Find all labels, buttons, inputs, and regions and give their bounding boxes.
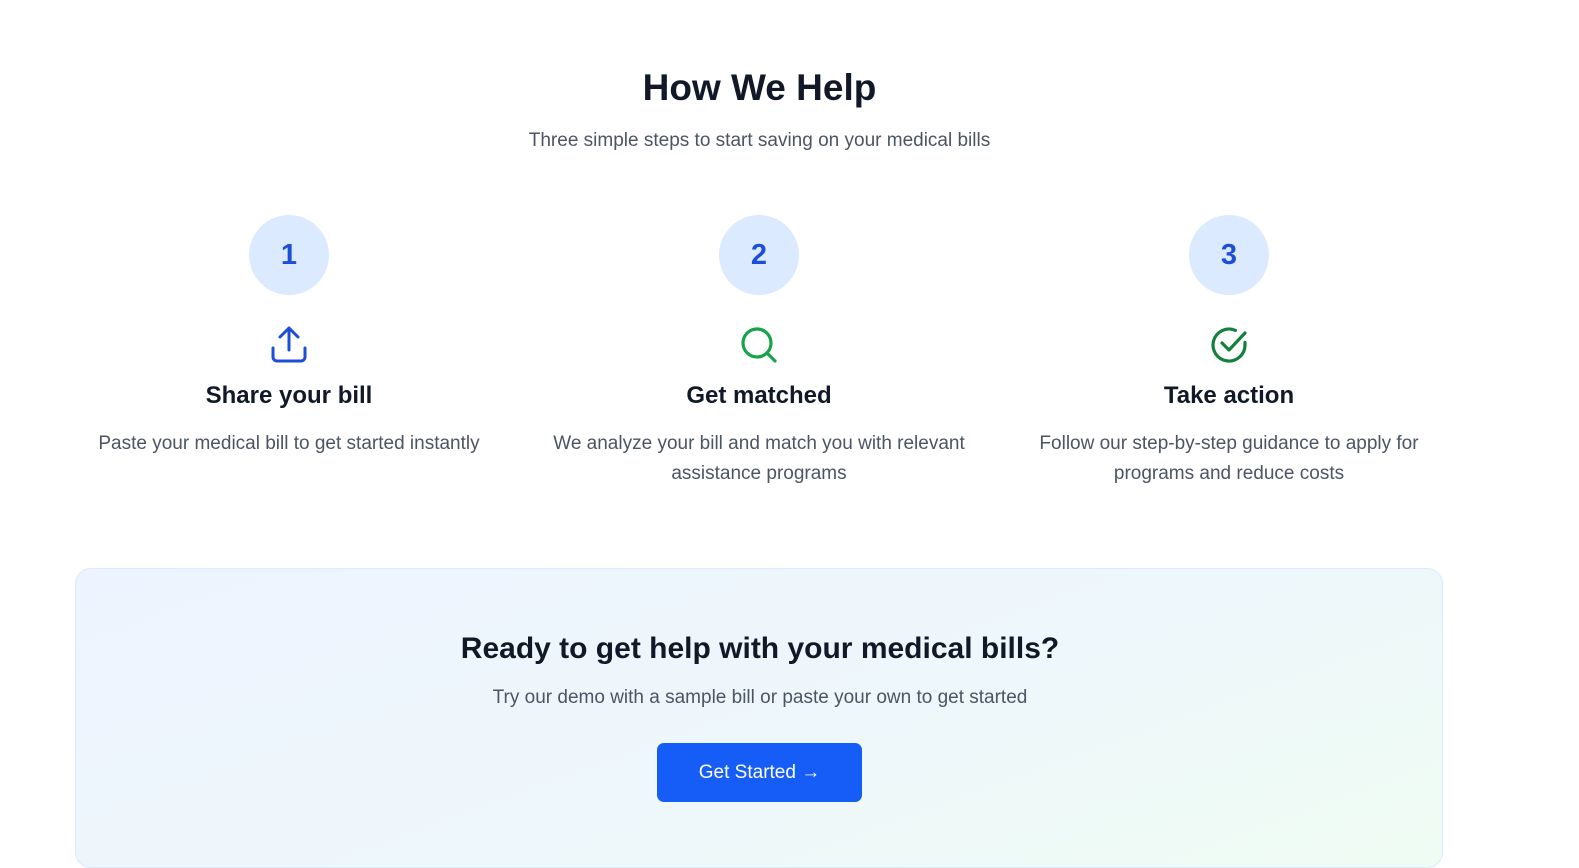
step-heading: Take action: [1163, 382, 1295, 409]
cta-banner: Ready to get help with your medical bill…: [75, 568, 1443, 868]
check-circle-icon: [1209, 325, 1249, 365]
cta-title: Ready to get help with your medical bill…: [460, 632, 1060, 665]
step-description: We analyze your bill and match you with …: [553, 433, 965, 484]
step-number: 3: [1189, 215, 1269, 295]
step-card-take-action: 3 Take action Follow our step-by-step gu…: [999, 215, 1459, 484]
section-title: How We Help: [642, 67, 877, 108]
step-card-share-bill: 1 Share your bill Paste your medical bil…: [59, 215, 519, 454]
how-we-help-section: How We Help Three simple steps to start …: [0, 0, 1519, 868]
step-heading: Get matched: [686, 382, 832, 409]
cta-description: Try our demo with a sample bill or paste…: [492, 687, 1028, 708]
search-icon: [739, 325, 779, 365]
step-number: 1: [249, 215, 329, 295]
step-card-get-matched: 2 Get matched We analyze your bill and m…: [529, 215, 989, 484]
step-heading: Share your bill: [205, 382, 373, 409]
step-description: Follow our step-by-step guidance to appl…: [1039, 433, 1419, 484]
step-number: 2: [719, 215, 799, 295]
upload-icon: [269, 325, 309, 365]
get-started-button[interactable]: Get Started →: [657, 743, 862, 802]
step-description: Paste your medical bill to get started i…: [98, 433, 480, 454]
section-subtitle: Three simple steps to start saving on yo…: [528, 130, 991, 151]
